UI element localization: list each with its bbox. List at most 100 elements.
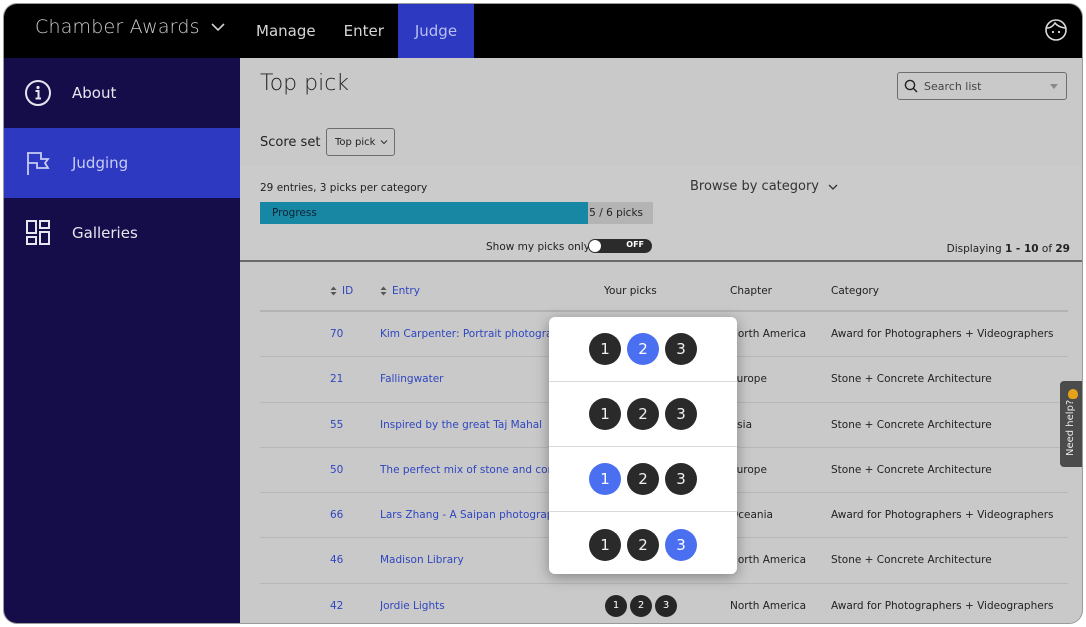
column-header-entry[interactable]: Entry [380, 285, 420, 297]
nav-manage[interactable]: Manage [242, 4, 330, 58]
entry-title-link[interactable]: Lars Zhang - A Saipan photographer [380, 509, 552, 521]
score-set-select[interactable]: Top pick [326, 128, 395, 156]
sidebar-item-label: Galleries [72, 224, 138, 242]
entry-id-link[interactable]: 66 [330, 509, 343, 521]
progress-bar: Progress 5 / 6 picks [260, 202, 653, 224]
entry-id-link[interactable]: 70 [330, 328, 343, 340]
main-nav: Manage Enter Judge [242, 4, 475, 58]
toggle-knob [589, 240, 601, 252]
browse-label: Browse by category [690, 179, 819, 194]
displaying-prefix: Displaying [946, 243, 1002, 255]
entry-chapter: North America [730, 599, 807, 612]
brand-menu[interactable]: Chamber Awards [35, 16, 226, 38]
show-my-picks-toggle[interactable]: OFF [588, 239, 652, 253]
entry-title-link[interactable]: Madison Library [380, 554, 464, 566]
search-input[interactable]: Search list [897, 72, 1067, 100]
browse-by-category-dropdown[interactable]: Browse by category [690, 179, 839, 194]
pick-button-1[interactable]: 1 [589, 463, 621, 495]
table-row: 42 Jordie Lights North America Award for Ph… [260, 584, 1068, 623]
pick-button-3[interactable]: 3 [665, 463, 697, 495]
progress-count: 5 / 6 picks [589, 207, 643, 219]
entry-id-link[interactable]: 21 [330, 373, 343, 385]
entry-category: Stone + Concrete Architecture [831, 418, 992, 431]
entry-title-link[interactable]: Kim Carpenter: Portrait photographer [380, 328, 552, 340]
sort-icon [380, 286, 387, 296]
pick-button-1[interactable]: 1 [605, 594, 627, 617]
flag-icon [24, 149, 52, 177]
entry-id-link[interactable]: 46 [330, 554, 343, 566]
column-header-id[interactable]: ID [330, 285, 353, 297]
score-set-value: Top pick [335, 136, 376, 148]
sidebar-item-galleries[interactable]: Galleries [4, 198, 240, 268]
search-icon [904, 79, 918, 93]
progress-label: Progress [272, 207, 317, 219]
chevron-down-icon [211, 23, 225, 32]
galleries-grid-icon [24, 219, 52, 247]
sidebar: About Judging Galleries [4, 58, 240, 623]
pick-button-3[interactable]: 3 [665, 333, 697, 365]
column-header-label: ID [342, 285, 354, 297]
nav-judge[interactable]: Judge [397, 4, 475, 58]
sidebar-item-about[interactable]: About [4, 58, 240, 128]
displaying-total: 29 [1055, 243, 1070, 255]
sort-icon [330, 286, 337, 296]
column-header-category: Category [831, 285, 879, 297]
entry-id-link[interactable]: 42 [330, 600, 343, 612]
popover-pick-row: 123 [549, 317, 737, 382]
toggle-state: OFF [626, 240, 644, 249]
score-set-label: Score set [260, 135, 321, 150]
need-help-label: Need help? [1065, 399, 1076, 456]
entry-category: Stone + Concrete Architecture [831, 554, 992, 567]
brand-name: Chamber Awards [35, 16, 200, 38]
pick-button-2[interactable]: 2 [627, 333, 659, 365]
show-my-picks-label: Show my picks only [486, 241, 590, 253]
pick-buttons: 123 [605, 594, 677, 617]
pick-button-3[interactable]: 3 [665, 528, 697, 561]
entry-id-link[interactable]: 55 [330, 419, 343, 431]
column-header-chapter: Chapter [730, 285, 772, 297]
entry-category: Stone + Concrete Architecture [831, 463, 992, 476]
chevron-down-icon [380, 140, 388, 145]
entries-summary: 29 entries, 3 picks per category [260, 182, 428, 194]
popover-pick-row: 123 [549, 382, 737, 447]
need-help-tab[interactable]: Need help? [1060, 381, 1082, 467]
nav-enter[interactable]: Enter [330, 4, 398, 58]
pick-button-1[interactable]: 1 [589, 398, 621, 430]
entry-title-link[interactable]: Jordie Lights [380, 600, 445, 612]
picks-popover: 123123123123 [549, 317, 737, 574]
page-title: Top pick [260, 71, 350, 96]
popover-pick-row: 123 [549, 512, 737, 577]
entry-chapter: North America [730, 328, 807, 340]
user-face-icon[interactable] [1044, 18, 1068, 42]
pick-button-3[interactable]: 3 [665, 398, 697, 430]
pick-button-2[interactable]: 2 [627, 528, 659, 561]
sidebar-item-label: Judging [72, 154, 129, 172]
pick-button-2[interactable]: 2 [627, 398, 659, 430]
entry-category: Stone + Concrete Architecture [831, 373, 992, 386]
pick-button-3[interactable]: 3 [655, 594, 677, 617]
summary-panel: 29 entries, 3 picks per category Progres… [240, 166, 1082, 262]
dropdown-caret-icon [1050, 84, 1058, 89]
entry-title-link[interactable]: The perfect mix of stone and concrete [380, 464, 552, 476]
table-header: ID Entry Your picks Chapter Category [260, 272, 1068, 312]
entry-category: Award for Photographers + Videographers [831, 509, 1054, 522]
pick-button-2[interactable]: 2 [627, 463, 659, 495]
top-bar: Chamber Awards Manage Enter Judge [4, 4, 1082, 58]
entry-id-link[interactable]: 50 [330, 464, 343, 476]
popover-pick-row: 123 [549, 447, 737, 512]
displaying-range: 1 - 10 [1004, 243, 1039, 255]
pick-button-1[interactable]: 1 [589, 528, 621, 561]
info-icon [24, 79, 52, 107]
sidebar-item-judging[interactable]: Judging [4, 128, 240, 198]
entry-title-link[interactable]: Fallingwater [380, 373, 444, 385]
column-header-label: Entry [392, 285, 420, 297]
pick-button-1[interactable]: 1 [589, 333, 621, 365]
entry-category: Award for Photographers + Videographers [831, 328, 1054, 340]
entry-title-link[interactable]: Inspired by the great Taj Mahal [380, 419, 542, 431]
chevron-down-icon [828, 184, 838, 190]
pick-button-2[interactable]: 2 [630, 594, 652, 617]
search-placeholder: Search list [924, 79, 982, 93]
waving-hand-icon [1068, 389, 1078, 399]
pagination-summary: Displaying 1 - 10 of 29 [947, 243, 1070, 255]
entry-category: Award for Photographers + Videographers [831, 599, 1054, 612]
